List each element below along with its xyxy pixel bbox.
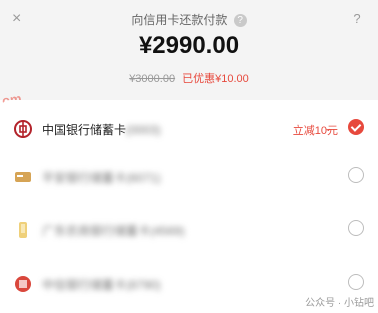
- method-label: 中国银行储蓄卡(0003): [42, 123, 161, 137]
- discount-amount: 已优惠¥10.00: [182, 73, 249, 85]
- payment-amount: ¥2990.00: [138, 32, 240, 59]
- help-icon[interactable]: ?: [350, 12, 364, 26]
- boc-icon: [14, 120, 32, 138]
- card-icon: [15, 172, 31, 182]
- payment-title: 向信用卡还款付款 ?: [0, 11, 378, 28]
- radio-unselected[interactable]: [348, 167, 364, 183]
- price-summary: ¥3000.00 已优惠¥10.00: [0, 70, 378, 86]
- watermark-bottom: 公众号 · 小钻吧: [305, 298, 374, 309]
- original-price: ¥3000.00: [129, 73, 176, 85]
- citic-icon: [15, 276, 31, 292]
- payment-method-pingan[interactable]: 平安银行储蓄卡(6071): [0, 154, 378, 200]
- method-label: 平安银行储蓄卡(6071): [42, 171, 161, 185]
- radio-selected[interactable]: [348, 119, 364, 135]
- method-label: 广东农商银行储蓄卡(4569): [42, 224, 185, 238]
- radio-unselected[interactable]: [348, 220, 364, 236]
- chevron-down-icon[interactable]: ⌄: [324, 123, 332, 134]
- payment-method-gd[interactable]: 广东农商银行储蓄卡(4569): [0, 207, 378, 253]
- payment-method-boc[interactable]: 中国银行储蓄卡(0003) 立减10元 ⌄: [0, 106, 378, 152]
- mobile-icon: [19, 222, 27, 238]
- info-icon[interactable]: ?: [233, 14, 247, 28]
- payment-header: × 向信用卡还款付款 ? ? ¥2990.00 ¥3000.00 已优惠¥10.…: [0, 0, 378, 108]
- radio-unselected[interactable]: [348, 274, 364, 290]
- method-label: 中信银行储蓄卡(8790): [42, 278, 161, 292]
- payment-method-list: 中国银行储蓄卡(0003) 立减10元 ⌄ 平安银行储蓄卡(6071) 广东农商…: [0, 100, 378, 313]
